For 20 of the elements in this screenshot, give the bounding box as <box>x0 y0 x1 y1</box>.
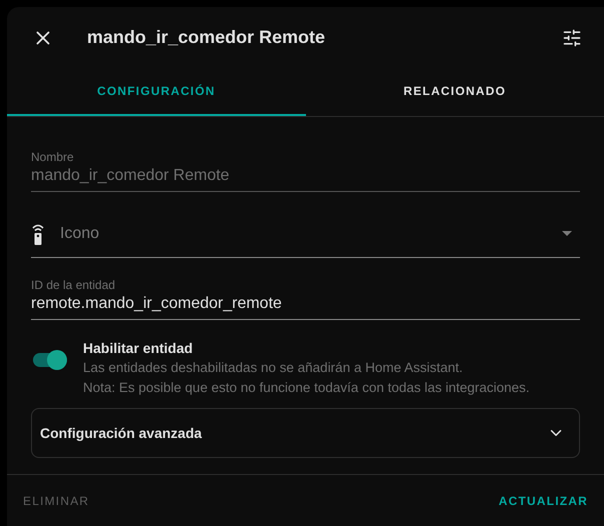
toggle-switch[interactable] <box>33 348 69 372</box>
dropdown-icon <box>562 231 572 236</box>
sliders-icon <box>562 28 582 48</box>
field-placeholder: Icono <box>60 224 100 244</box>
text-field[interactable]: ID de la entidad remote.mando_ir_comedor_remote <box>31 275 580 320</box>
icon-picker[interactable]: Icono <box>31 212 580 258</box>
update-button[interactable]: ACTUALIZAR <box>498 492 588 510</box>
help-text: Nota: Es posible que esto no funcione todavía con todas las integraciones. <box>83 379 530 397</box>
tab[interactable]: RELACIONADO <box>306 68 604 116</box>
remote-icon <box>31 222 45 246</box>
tab[interactable]: CONFIGURACIÓN <box>7 68 306 116</box>
field-value: mando_ir_comedor Remote <box>31 166 230 186</box>
expander-title: Configuración avanzada <box>40 424 202 443</box>
expander-panel[interactable]: Configuración avanzada <box>31 408 580 458</box>
dialog-title: mando_ir_comedor Remote <box>87 26 326 49</box>
help-text: Las entidades deshabilitadas no se añadirán a Home Assistant. <box>83 359 464 377</box>
field-label: ID de la entidad <box>31 277 116 293</box>
toggle-label: Habilitar entidad <box>83 339 194 358</box>
field-label: Nombre <box>31 149 75 165</box>
field-value: remote.mando_ir_comedor_remote <box>31 294 283 314</box>
